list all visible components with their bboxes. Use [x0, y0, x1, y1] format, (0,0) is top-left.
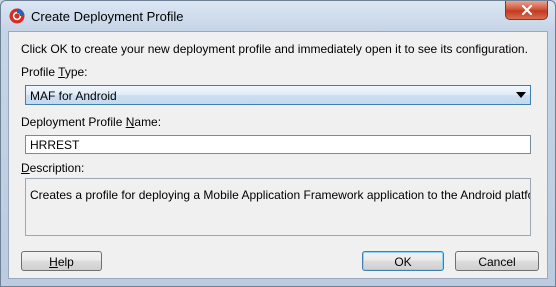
profile-name-label-pre: Deployment Profile: [21, 115, 126, 129]
profile-name-input[interactable]: [25, 135, 531, 154]
profile-type-selected-value: MAF for Android: [30, 89, 117, 103]
description-label: Description:: [21, 161, 84, 175]
help-label-post: elp: [57, 255, 74, 269]
chevron-down-icon: [516, 92, 526, 98]
profile-type-label-mnemonic: T: [58, 65, 65, 79]
profile-type-label-post: ype:: [64, 65, 88, 79]
cancel-button[interactable]: Cancel: [455, 251, 539, 271]
create-deployment-profile-dialog: Create Deployment Profile Click OK to cr…: [0, 0, 556, 287]
title-bar[interactable]: Create Deployment Profile: [1, 1, 555, 31]
profile-name-label-post: ame:: [134, 115, 162, 129]
dialog-body: Click OK to create your new deployment p…: [8, 31, 548, 279]
profile-name-label: Deployment Profile Name:: [21, 115, 161, 129]
help-button[interactable]: Help: [21, 251, 102, 271]
description-label-mnemonic: D: [21, 161, 30, 175]
help-label-mnemonic: H: [49, 255, 58, 269]
instruction-text: Click OK to create your new deployment p…: [21, 42, 528, 56]
profile-type-label: Profile Type:: [21, 65, 88, 79]
description-text: Creates a profile for deploying a Mobile…: [25, 178, 531, 236]
oracle-jdeveloper-icon: [9, 8, 25, 24]
description-label-post: escription:: [29, 161, 85, 175]
close-button[interactable]: [505, 1, 548, 20]
close-icon: [521, 5, 533, 15]
window-title: Create Deployment Profile: [31, 9, 184, 24]
ok-button[interactable]: OK: [362, 251, 444, 271]
profile-type-label-pre: Profile: [21, 65, 59, 79]
profile-type-select[interactable]: MAF for Android: [25, 85, 531, 105]
